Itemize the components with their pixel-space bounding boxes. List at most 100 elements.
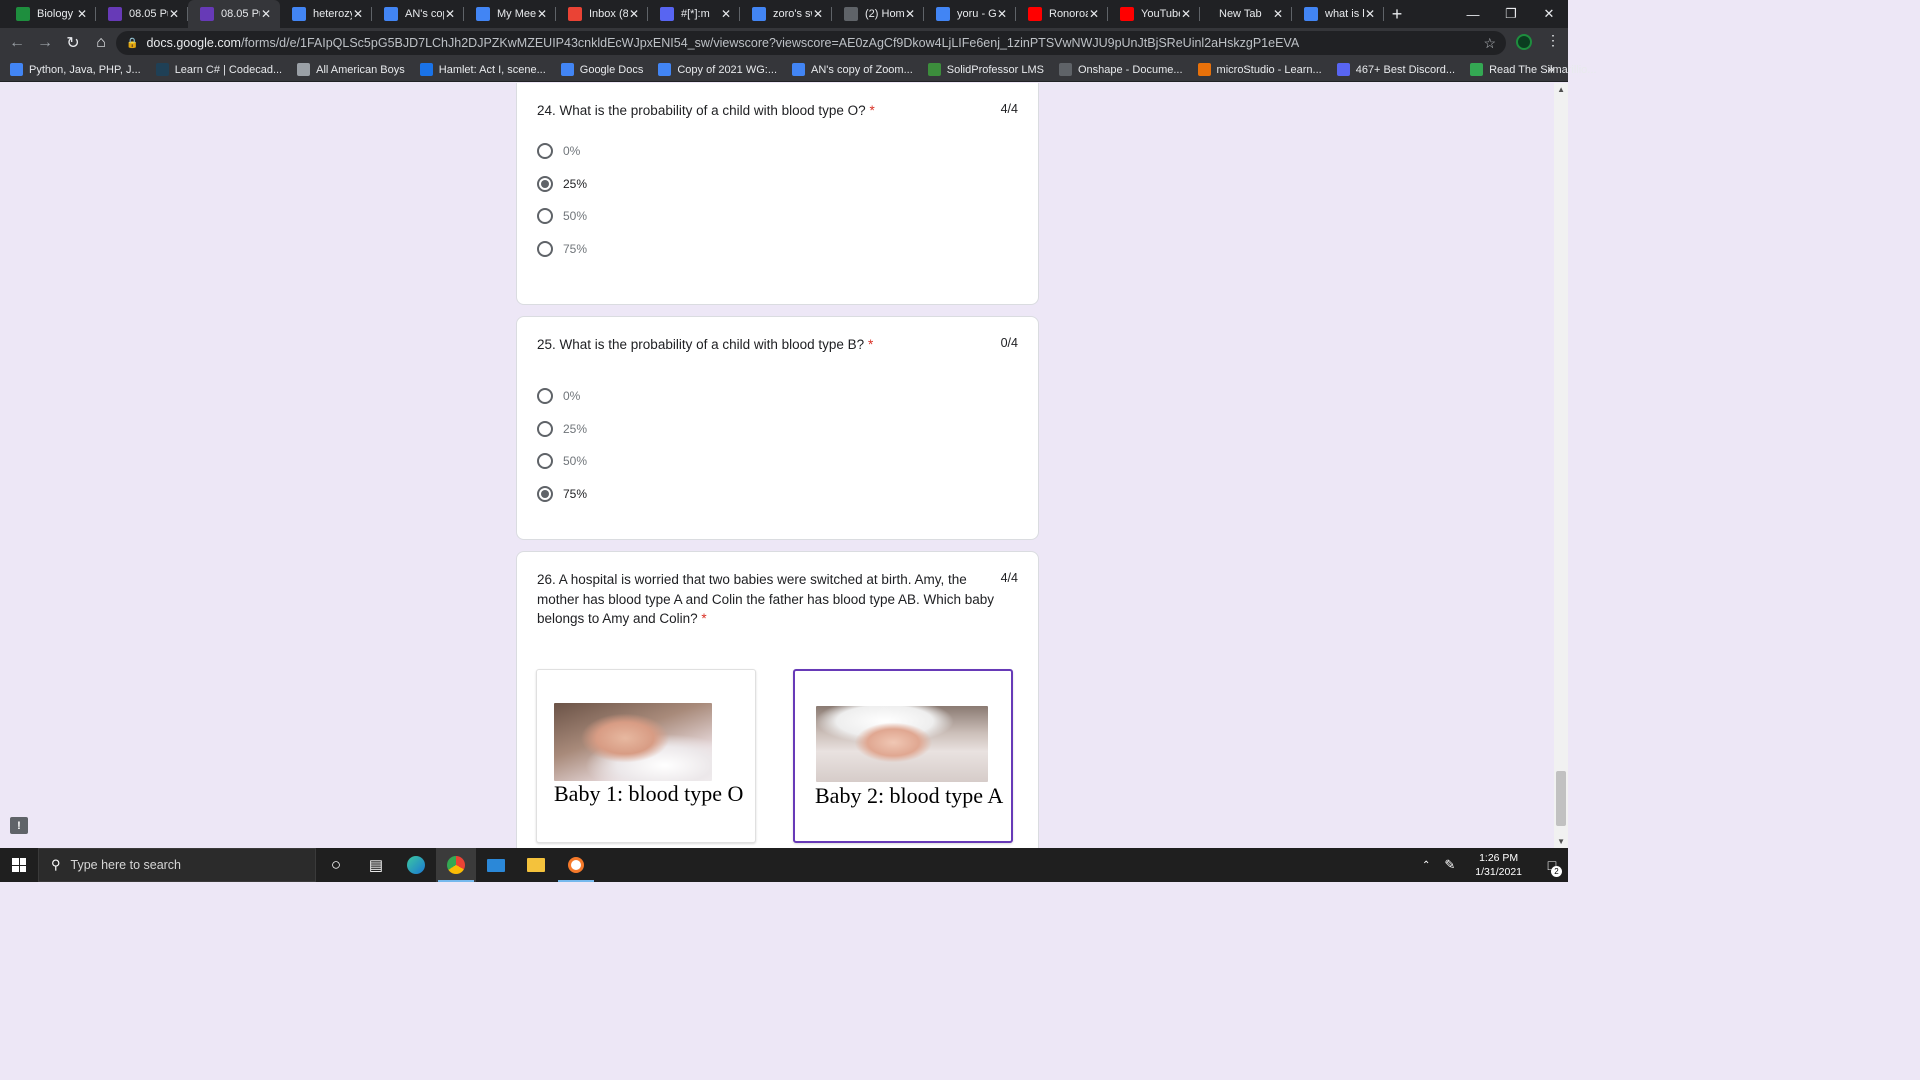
reload-icon[interactable]: ↻ <box>60 30 86 56</box>
tab-close-icon[interactable]: ✕ <box>720 7 732 21</box>
restore-icon[interactable]: ❐ <box>1492 0 1530 28</box>
tab-close-icon[interactable]: ✕ <box>444 7 456 21</box>
radio-unselected-icon[interactable] <box>537 420 553 437</box>
blender-icon[interactable] <box>556 848 596 882</box>
radio-option[interactable]: 0% <box>537 141 580 161</box>
radio-option[interactable]: 25% <box>537 419 587 439</box>
tab-close-icon[interactable]: ✕ <box>352 7 364 21</box>
bookmark-item[interactable]: Google Docs <box>560 63 643 76</box>
report-issue-icon[interactable]: ! <box>10 817 28 834</box>
browser-tab[interactable]: yoru - G ✕ <box>924 0 1016 28</box>
tab-close-icon[interactable]: ✕ <box>260 7 272 21</box>
more-menu-icon[interactable]: ⋮ <box>1546 32 1560 49</box>
taskbar-search-box[interactable]: ⚲ Type here to search <box>38 848 316 882</box>
browser-tab[interactable]: Inbox (8 ✕ <box>556 0 648 28</box>
tab-close-icon[interactable]: ✕ <box>996 7 1008 21</box>
action-center-icon[interactable]: □ 2 <box>1536 848 1568 882</box>
bookmark-item[interactable]: Onshape - Docume... <box>1058 63 1183 76</box>
bookmark-item[interactable]: microStudio - Learn... <box>1197 63 1322 76</box>
tab-close-icon[interactable]: ✕ <box>904 7 916 21</box>
scroll-up-arrow-icon[interactable]: ▲ <box>1557 85 1565 94</box>
tab-close-icon[interactable]: ✕ <box>168 7 180 21</box>
browser-tab[interactable]: AN's cop✕ <box>372 0 464 28</box>
tab-title: heterozy <box>313 8 352 20</box>
image-option-baby-2[interactable]: Baby 2: blood type A <box>793 669 1013 843</box>
browser-tab[interactable]: #[*]:m ✕ <box>648 0 740 28</box>
scroll-down-arrow-icon[interactable]: ▼ <box>1557 837 1565 846</box>
radio-option[interactable]: 75% <box>537 484 587 504</box>
chrome-icon[interactable] <box>436 848 476 882</box>
browser-tab[interactable]: YouTube ✕ <box>1108 0 1200 28</box>
tab-close-icon[interactable]: ✕ <box>628 7 640 21</box>
radio-option-label: 50% <box>563 454 588 469</box>
task-view-icon[interactable]: ▤ <box>356 848 396 882</box>
radio-selected-icon[interactable] <box>537 486 553 503</box>
mail-icon[interactable] <box>476 848 516 882</box>
browser-tab[interactable]: New Tab ✕ <box>1200 0 1292 28</box>
radio-unselected-icon[interactable] <box>537 208 553 225</box>
start-button[interactable] <box>0 848 38 882</box>
tab-close-icon[interactable]: ✕ <box>1180 7 1192 21</box>
browser-tab[interactable]: heterozy ✕ <box>280 0 372 28</box>
pen-workspace-icon[interactable]: ✎ <box>1444 857 1455 873</box>
radio-option[interactable]: 50% <box>537 451 587 471</box>
new-tab-button[interactable]: + <box>1384 0 1410 28</box>
address-bar[interactable]: 🔒 docs.google.com /forms/d/e/1FAIpQLSc5p… <box>116 31 1506 55</box>
bookmark-item[interactable]: Copy of 2021 WG:... <box>658 63 777 76</box>
browser-tab[interactable]: 08.05 Pu✕ <box>96 0 188 28</box>
bookmark-item[interactable]: All American Boys <box>297 63 405 76</box>
radio-unselected-icon[interactable] <box>537 453 553 470</box>
radio-option[interactable]: 75% <box>537 239 587 259</box>
browser-tab[interactable]: what is b✕ <box>1292 0 1384 28</box>
radio-option[interactable]: 25% <box>537 174 587 194</box>
show-hidden-icons-icon[interactable]: ⌃ <box>1422 860 1430 871</box>
tab-title: Biology - <box>37 8 76 20</box>
browser-tab[interactable]: Ronoroa ✕ <box>1016 0 1108 28</box>
tab-close-icon[interactable]: ✕ <box>812 7 824 21</box>
tab-close-icon[interactable]: ✕ <box>1364 7 1376 21</box>
bookmark-favicon-icon <box>1197 63 1211 76</box>
file-explorer-icon[interactable] <box>516 848 556 882</box>
bookmark-item[interactable]: AN's copy of Zoom... <box>792 63 913 76</box>
scrollbar-thumb[interactable] <box>1556 771 1566 826</box>
notification-count: 2 <box>1551 866 1562 877</box>
forward-icon[interactable]: → <box>32 30 58 56</box>
page-scrollbar[interactable] <box>1554 83 1568 848</box>
tab-close-icon[interactable]: ✕ <box>1272 7 1284 21</box>
minimize-icon[interactable]: — <box>1454 0 1492 28</box>
tab-close-icon[interactable]: ✕ <box>1088 7 1100 21</box>
close-window-icon[interactable]: ✕ <box>1530 0 1568 28</box>
tab-close-icon[interactable]: ✕ <box>76 7 88 21</box>
windows-logo-icon <box>12 858 26 872</box>
bookmark-item[interactable]: Hamlet: Act I, scene... <box>419 63 546 76</box>
bookmark-item[interactable]: Python, Java, PHP, J... <box>10 63 141 76</box>
bookmark-item[interactable]: Read The Silmarillio... <box>1470 63 1596 76</box>
taskbar-clock[interactable]: 1:26 PM 1/31/2021 <box>1475 851 1522 879</box>
radio-unselected-icon[interactable] <box>537 241 553 258</box>
profile-avatar[interactable] <box>1516 34 1532 50</box>
browser-tab[interactable]: 08.05 Pu✕ <box>188 0 280 28</box>
browser-tab[interactable]: (2) Home✕ <box>832 0 924 28</box>
bookmark-item[interactable]: Learn C# | Codecad... <box>155 63 282 76</box>
bookmark-star-icon[interactable]: ☆ <box>1483 35 1496 52</box>
browser-tab[interactable]: zoro's sw✕ <box>740 0 832 28</box>
radio-selected-icon[interactable] <box>537 175 553 192</box>
radio-option[interactable]: 50% <box>537 206 587 226</box>
image-option-baby-1[interactable]: Baby 1: blood type O <box>536 669 756 843</box>
home-icon[interactable]: ⌂ <box>88 30 114 56</box>
cortana-icon[interactable]: ○ <box>316 848 356 882</box>
radio-unselected-icon[interactable] <box>537 388 553 404</box>
tab-title: YouTube <box>1141 8 1180 20</box>
radio-option[interactable]: 0% <box>537 386 580 406</box>
back-icon[interactable]: ← <box>4 30 30 56</box>
browser-tab[interactable]: Biology - ✕ <box>4 0 96 28</box>
tab-close-icon[interactable]: ✕ <box>536 7 548 21</box>
edge-icon[interactable] <box>396 848 436 882</box>
browser-tab[interactable]: My Meet ✕ <box>464 0 556 28</box>
bookmark-item[interactable]: SolidProfessor LMS <box>927 63 1044 76</box>
tab-title: 08.05 Pu <box>129 8 168 20</box>
bookmark-item[interactable]: 467+ Best Discord... <box>1336 63 1455 76</box>
bookmarks-overflow-icon[interactable]: » <box>1547 62 1554 76</box>
radio-unselected-icon[interactable] <box>537 143 553 159</box>
bookmark-label: Read The Silmarillio... <box>1489 63 1597 76</box>
